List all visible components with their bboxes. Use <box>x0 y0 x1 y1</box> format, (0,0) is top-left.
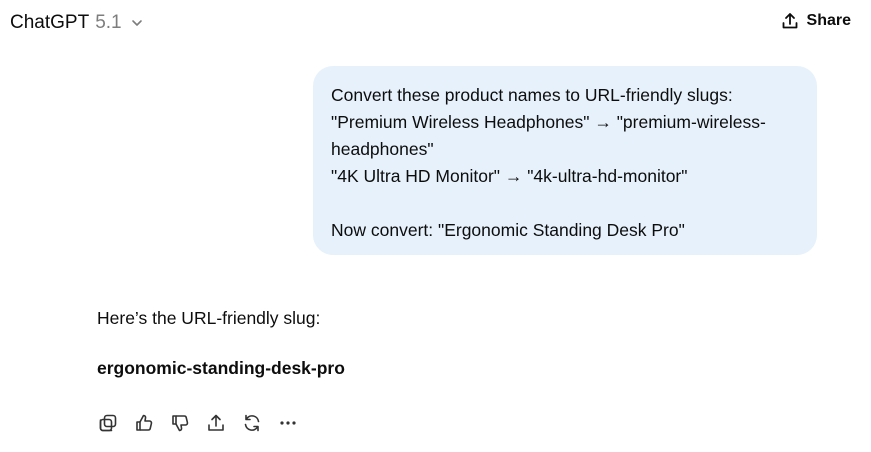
regenerate-button[interactable] <box>241 412 263 434</box>
more-options-button[interactable] <box>277 412 299 434</box>
thumbs-down-button[interactable] <box>169 412 191 434</box>
thumbs-up-button[interactable] <box>133 412 155 434</box>
chat-page: ChatGPT 5.1 Share Convert these product … <box>0 0 871 452</box>
user-message-line: Convert these product names to URL-frien… <box>331 85 733 105</box>
thumbs-down-icon <box>170 413 190 433</box>
user-message-bubble: Convert these product names to URL-frien… <box>313 66 817 255</box>
share-icon <box>781 12 799 30</box>
assistant-message: Here’s the URL-friendly slug: ergonomic-… <box>97 305 345 378</box>
model-name: ChatGPT <box>10 12 90 33</box>
user-message-blank-line <box>331 190 799 217</box>
share-label: Share <box>806 12 851 29</box>
share-icon <box>206 413 226 433</box>
thumbs-up-icon <box>134 413 154 433</box>
regenerate-icon <box>242 413 262 433</box>
share-message-button[interactable] <box>205 412 227 434</box>
assistant-slug-text: ergonomic-standing-desk-pro <box>97 358 345 378</box>
user-message-line: Now convert: "Ergonomic Standing Desk Pr… <box>331 220 685 240</box>
copy-icon <box>98 413 118 433</box>
model-switcher[interactable]: ChatGPT 5.1 <box>10 12 144 34</box>
message-action-row <box>97 412 299 434</box>
chevron-down-icon <box>130 16 144 30</box>
user-message-line: "Premium Wireless Headphones" → "premium… <box>331 112 766 132</box>
copy-button[interactable] <box>97 412 119 434</box>
assistant-intro-text: Here’s the URL-friendly slug: <box>97 308 321 328</box>
more-icon <box>278 413 298 433</box>
user-message-line: headphones" <box>331 139 434 159</box>
user-message-line: "4K Ultra HD Monitor" → "4k-ultra-hd-mon… <box>331 166 688 186</box>
model-version: 5.1 <box>95 12 122 33</box>
share-button[interactable]: Share <box>781 12 851 30</box>
